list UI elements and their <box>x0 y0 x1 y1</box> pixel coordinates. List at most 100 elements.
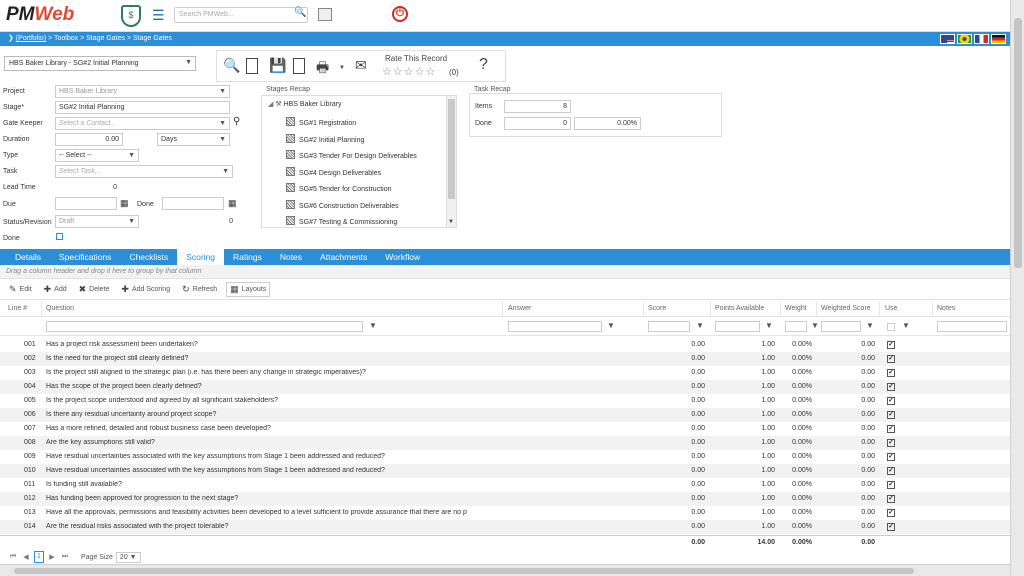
expand-icon[interactable]: ◢ <box>268 101 273 108</box>
tab-workflow[interactable]: Workflow <box>376 249 429 265</box>
lead-time-field[interactable]: 0 <box>55 181 121 194</box>
use-checkbox[interactable]: ✓ <box>887 453 895 461</box>
table-row[interactable]: 005 Is the project scope understood and a… <box>0 394 1010 408</box>
duration-field[interactable]: 0.00 <box>55 133 123 146</box>
use-checkbox[interactable]: ✓ <box>887 439 895 447</box>
page-vertical-scrollbar-thumb[interactable] <box>1014 18 1022 268</box>
next-page-icon[interactable]: ▶ <box>47 553 57 561</box>
table-row[interactable]: 001 Has a project risk assessment been un… <box>0 338 1010 352</box>
group-by-bar[interactable]: Drag a column header and drop it here to… <box>0 265 1010 279</box>
use-checkbox[interactable]: ✓ <box>887 369 895 377</box>
table-row[interactable]: 008 Are the key assumptions still valid? 0… <box>0 436 1010 450</box>
tab-specifications[interactable]: Specifications <box>50 249 120 265</box>
record-selector[interactable]: HBS Baker Library - SG#2 Initial Plannin… <box>4 56 196 71</box>
last-page-icon[interactable]: ⏭ <box>60 553 70 561</box>
filter-icon[interactable]: ▼ <box>696 321 704 330</box>
tab-ratings[interactable]: Ratings <box>224 249 271 265</box>
current-page[interactable]: 1 <box>34 551 44 563</box>
use-checkbox[interactable]: ✓ <box>887 355 895 363</box>
chevron-down-icon[interactable]: ▼ <box>339 65 345 71</box>
breadcrumb-portfolio-link[interactable]: (Portfolio) <box>16 35 46 42</box>
table-row[interactable]: 003 Is the project still aligned to the s… <box>0 366 1010 380</box>
tab-scoring[interactable]: Scoring <box>177 249 224 265</box>
tab-checklists[interactable]: Checklists <box>120 249 177 265</box>
search-icon[interactable]: 🔍 <box>223 57 240 74</box>
germany-flag-icon[interactable] <box>991 34 1006 44</box>
page-vertical-scrollbar[interactable] <box>1010 0 1024 576</box>
filter-icon[interactable]: ▼ <box>866 321 874 330</box>
filter-icon[interactable]: ▼ <box>902 321 910 330</box>
filter-icon[interactable]: ▼ <box>811 321 819 330</box>
notes-filter-input[interactable] <box>937 321 1007 332</box>
filter-icon[interactable]: ▼ <box>607 321 615 330</box>
search-icon[interactable]: 🔍 <box>294 7 306 18</box>
column-header-use[interactable]: Use <box>885 305 897 312</box>
stages-scrollbar-thumb[interactable] <box>448 99 455 199</box>
film-icon[interactable] <box>318 8 332 21</box>
tab-attachments[interactable]: Attachments <box>311 249 376 265</box>
tab-details[interactable]: Details <box>6 249 50 265</box>
column-header-line[interactable]: Line # <box>8 305 27 312</box>
brazil-flag-icon[interactable] <box>957 34 972 44</box>
stage-item[interactable]: SG#5 Tender for Construction <box>286 183 391 193</box>
stage-item[interactable]: SG#7 Testing & Commissioning <box>286 216 397 226</box>
print-icon[interactable]: 🖶 <box>316 57 329 81</box>
table-row[interactable]: 010 Have residual uncertainties associate… <box>0 464 1010 478</box>
pmweb-logo[interactable]: PMWeb <box>6 4 74 26</box>
use-checkbox[interactable]: ✓ <box>887 481 895 489</box>
column-header-question[interactable]: Question <box>46 305 74 312</box>
column-header-answer[interactable]: Answer <box>508 305 531 312</box>
column-header-points[interactable]: Points Available <box>715 305 764 312</box>
stage-field[interactable]: SG#2 Initial Planning <box>55 101 230 114</box>
stages-scrollbar[interactable]: ▼ <box>446 96 456 227</box>
page-horizontal-scrollbar[interactable] <box>0 564 1010 576</box>
table-row[interactable]: 013 Have all the approvals, permissions a… <box>0 506 1010 520</box>
use-checkbox[interactable]: ✓ <box>887 509 895 517</box>
table-row[interactable]: 007 Has a more refined, detailed and robu… <box>0 422 1010 436</box>
save-icon[interactable]: 💾 <box>269 57 286 74</box>
edit-button[interactable]: ✎ Edit <box>6 282 35 297</box>
table-row[interactable]: 004 Has the scope of the project been cle… <box>0 380 1010 394</box>
rating-stars[interactable]: ☆☆☆☆☆ <box>382 65 436 78</box>
use-checkbox[interactable]: ✓ <box>887 383 895 391</box>
layouts-button[interactable]: ▦ Layouts <box>226 282 271 297</box>
duration-unit-select[interactable]: Days ▼ <box>157 133 230 146</box>
search-icon[interactable]: ⚲ <box>233 116 240 127</box>
use-checkbox[interactable]: ✓ <box>887 397 895 405</box>
stage-item[interactable]: SG#3 Tender For Design Deliverables <box>286 150 417 160</box>
table-row[interactable]: 014 Are the residual risks associated wit… <box>0 520 1010 534</box>
column-header-weight[interactable]: Weight <box>785 305 807 312</box>
use-checkbox[interactable]: ✓ <box>887 523 895 531</box>
done-checkbox[interactable] <box>56 233 63 240</box>
hamburger-menu-icon[interactable]: ☰ <box>152 8 165 22</box>
type-select[interactable]: -- Select -- ▼ <box>55 149 139 162</box>
prev-page-icon[interactable]: ◀ <box>21 553 31 561</box>
us-flag-icon[interactable] <box>940 34 955 44</box>
chevron-down-icon[interactable]: ▼ <box>448 219 454 225</box>
filter-icon[interactable]: ▼ <box>765 321 773 330</box>
email-icon[interactable]: ✉ <box>355 57 367 74</box>
tab-notes[interactable]: Notes <box>271 249 311 265</box>
table-row[interactable]: 002 Is the need for the project still cle… <box>0 352 1010 366</box>
page-horizontal-scrollbar-thumb[interactable] <box>14 568 914 574</box>
column-header-weighted-score[interactable]: Weighted Score <box>821 305 871 312</box>
stage-item[interactable]: SG#2 Initial Planning <box>286 134 364 144</box>
question-filter-input[interactable] <box>46 321 363 332</box>
calendar-icon[interactable]: ▦ <box>228 198 237 209</box>
stage-item[interactable]: SG#1 Registration <box>286 117 356 127</box>
add-scoring-button[interactable]: ✚ Add Scoring <box>118 282 173 297</box>
task-field[interactable]: Select Task... ▼ <box>55 165 233 178</box>
save-close-icon[interactable] <box>293 58 305 74</box>
table-row[interactable]: 009 Have residual uncertainties associate… <box>0 450 1010 464</box>
score-filter-input[interactable] <box>648 321 690 332</box>
shield-icon[interactable]: $ <box>121 5 141 27</box>
calendar-icon[interactable]: ▦ <box>120 198 129 209</box>
status-select[interactable]: Draft ▼ <box>55 215 139 228</box>
table-row[interactable]: 011 Is funding still available? 0.00 1.00 0.… <box>0 478 1010 492</box>
use-checkbox[interactable]: ✓ <box>887 467 895 475</box>
done-date-field[interactable] <box>162 197 224 210</box>
stage-item[interactable]: SG#4 Design Deliverables <box>286 167 381 177</box>
refresh-button[interactable]: ↻ Refresh <box>179 282 220 297</box>
use-checkbox[interactable]: ✓ <box>887 425 895 433</box>
use-checkbox[interactable]: ✓ <box>887 341 895 349</box>
